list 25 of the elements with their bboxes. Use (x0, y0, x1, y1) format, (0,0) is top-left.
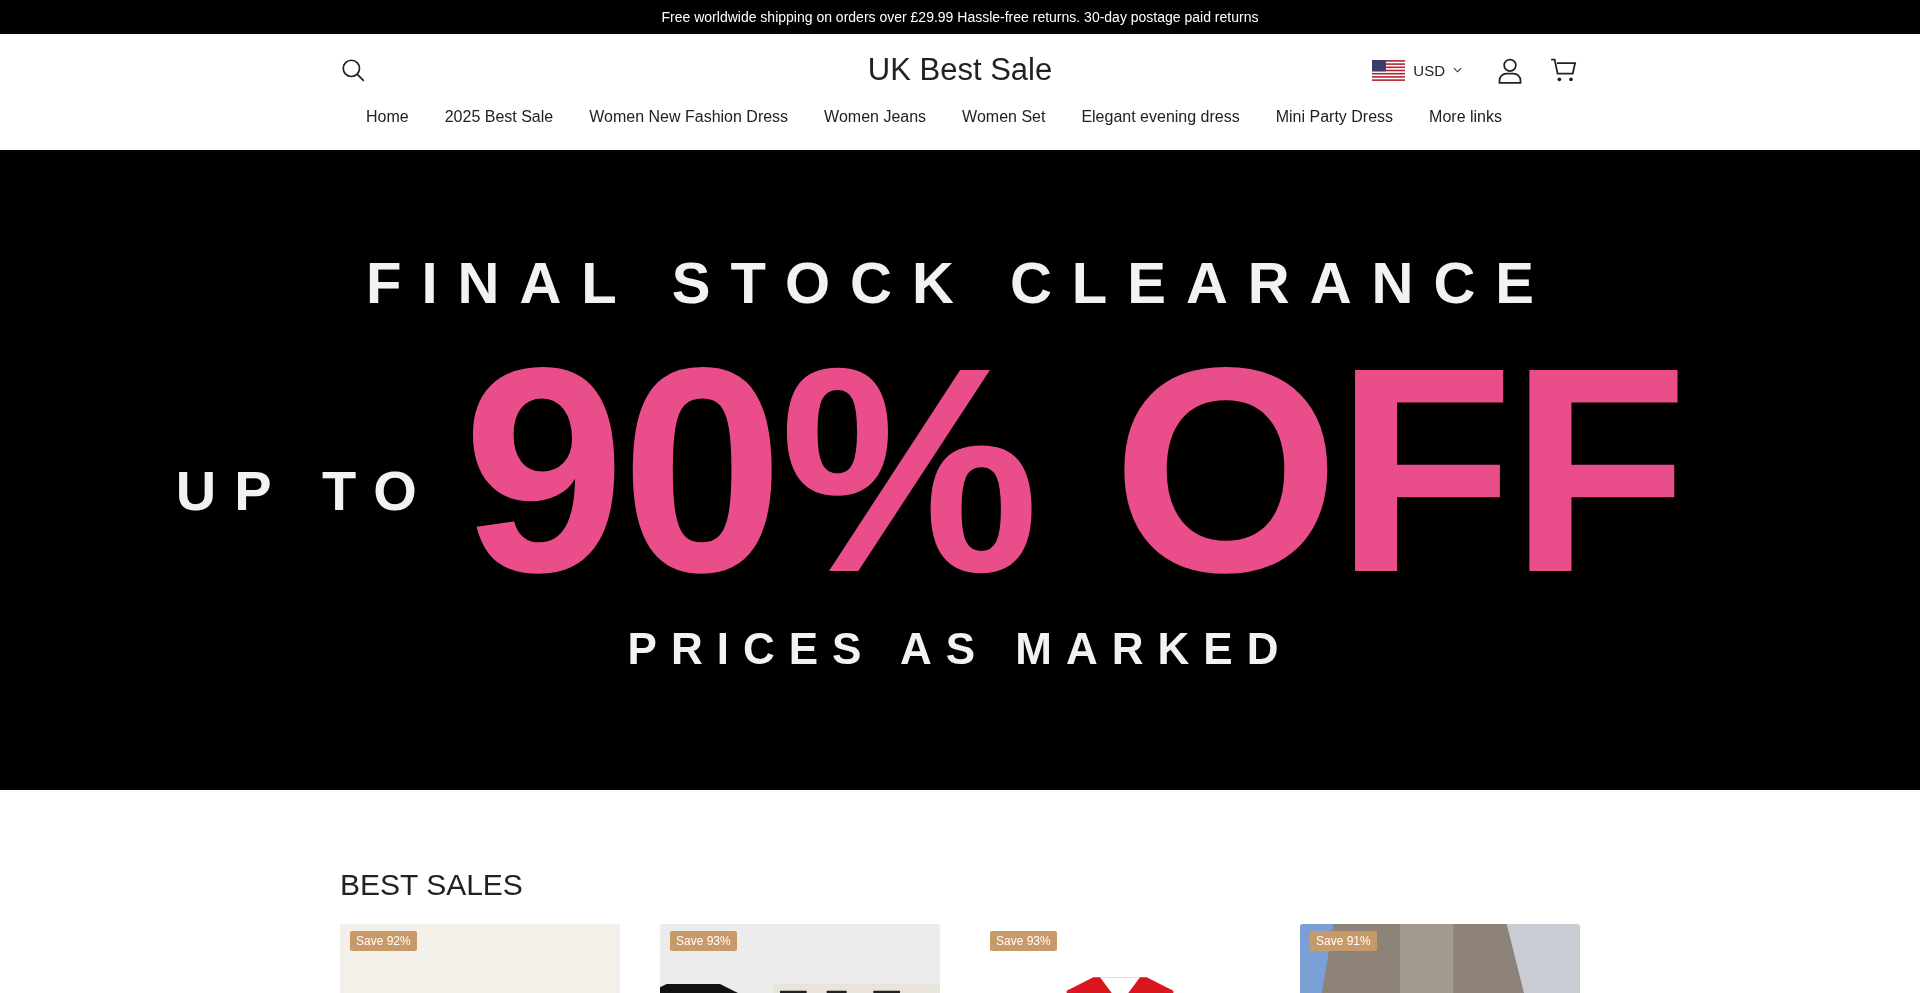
cart-icon[interactable] (1550, 56, 1578, 84)
discount-badge: Save 92% (350, 931, 417, 951)
search-icon[interactable] (340, 57, 366, 83)
discount-badge: Save 93% (670, 931, 737, 951)
discount-badge: Save 93% (990, 931, 1057, 951)
chevron-down-icon (1453, 67, 1462, 73)
hero-subline: PRICES AS MARKED (627, 624, 1293, 675)
hero-headline: FINAL STOCK CLEARANCE (366, 254, 1554, 312)
nav-link[interactable]: More links (1429, 108, 1502, 126)
nav-link[interactable]: 2025 Best Sale (444, 108, 554, 126)
nav-link[interactable]: Women New Fashion Dress (589, 108, 789, 126)
nav-link[interactable]: Mini Party Dress (1275, 108, 1394, 126)
announcement-text: Free worldwide shipping on orders over £29.99 Hassle-free returns. 30-day postage paid returns (661, 9, 1259, 25)
nav-link[interactable]: Women Set (962, 108, 1046, 126)
nav-link[interactable]: Women Jeans (824, 108, 927, 126)
nav-link[interactable]: Elegant evening dress (1081, 108, 1240, 126)
nav-link[interactable]: Home (366, 108, 409, 126)
currency-selector[interactable]: USD (1372, 59, 1462, 81)
us-flag-icon (1372, 59, 1406, 81)
account-icon[interactable] (1496, 56, 1524, 84)
hero-prefix: UP TO (175, 457, 435, 523)
store-logo[interactable]: UK Best Sale (867, 52, 1053, 88)
discount-badge: Save 91% (1310, 931, 1377, 951)
section-title: BEST SALES (340, 868, 524, 902)
hero-offer: 90% OFF (462, 346, 1685, 595)
